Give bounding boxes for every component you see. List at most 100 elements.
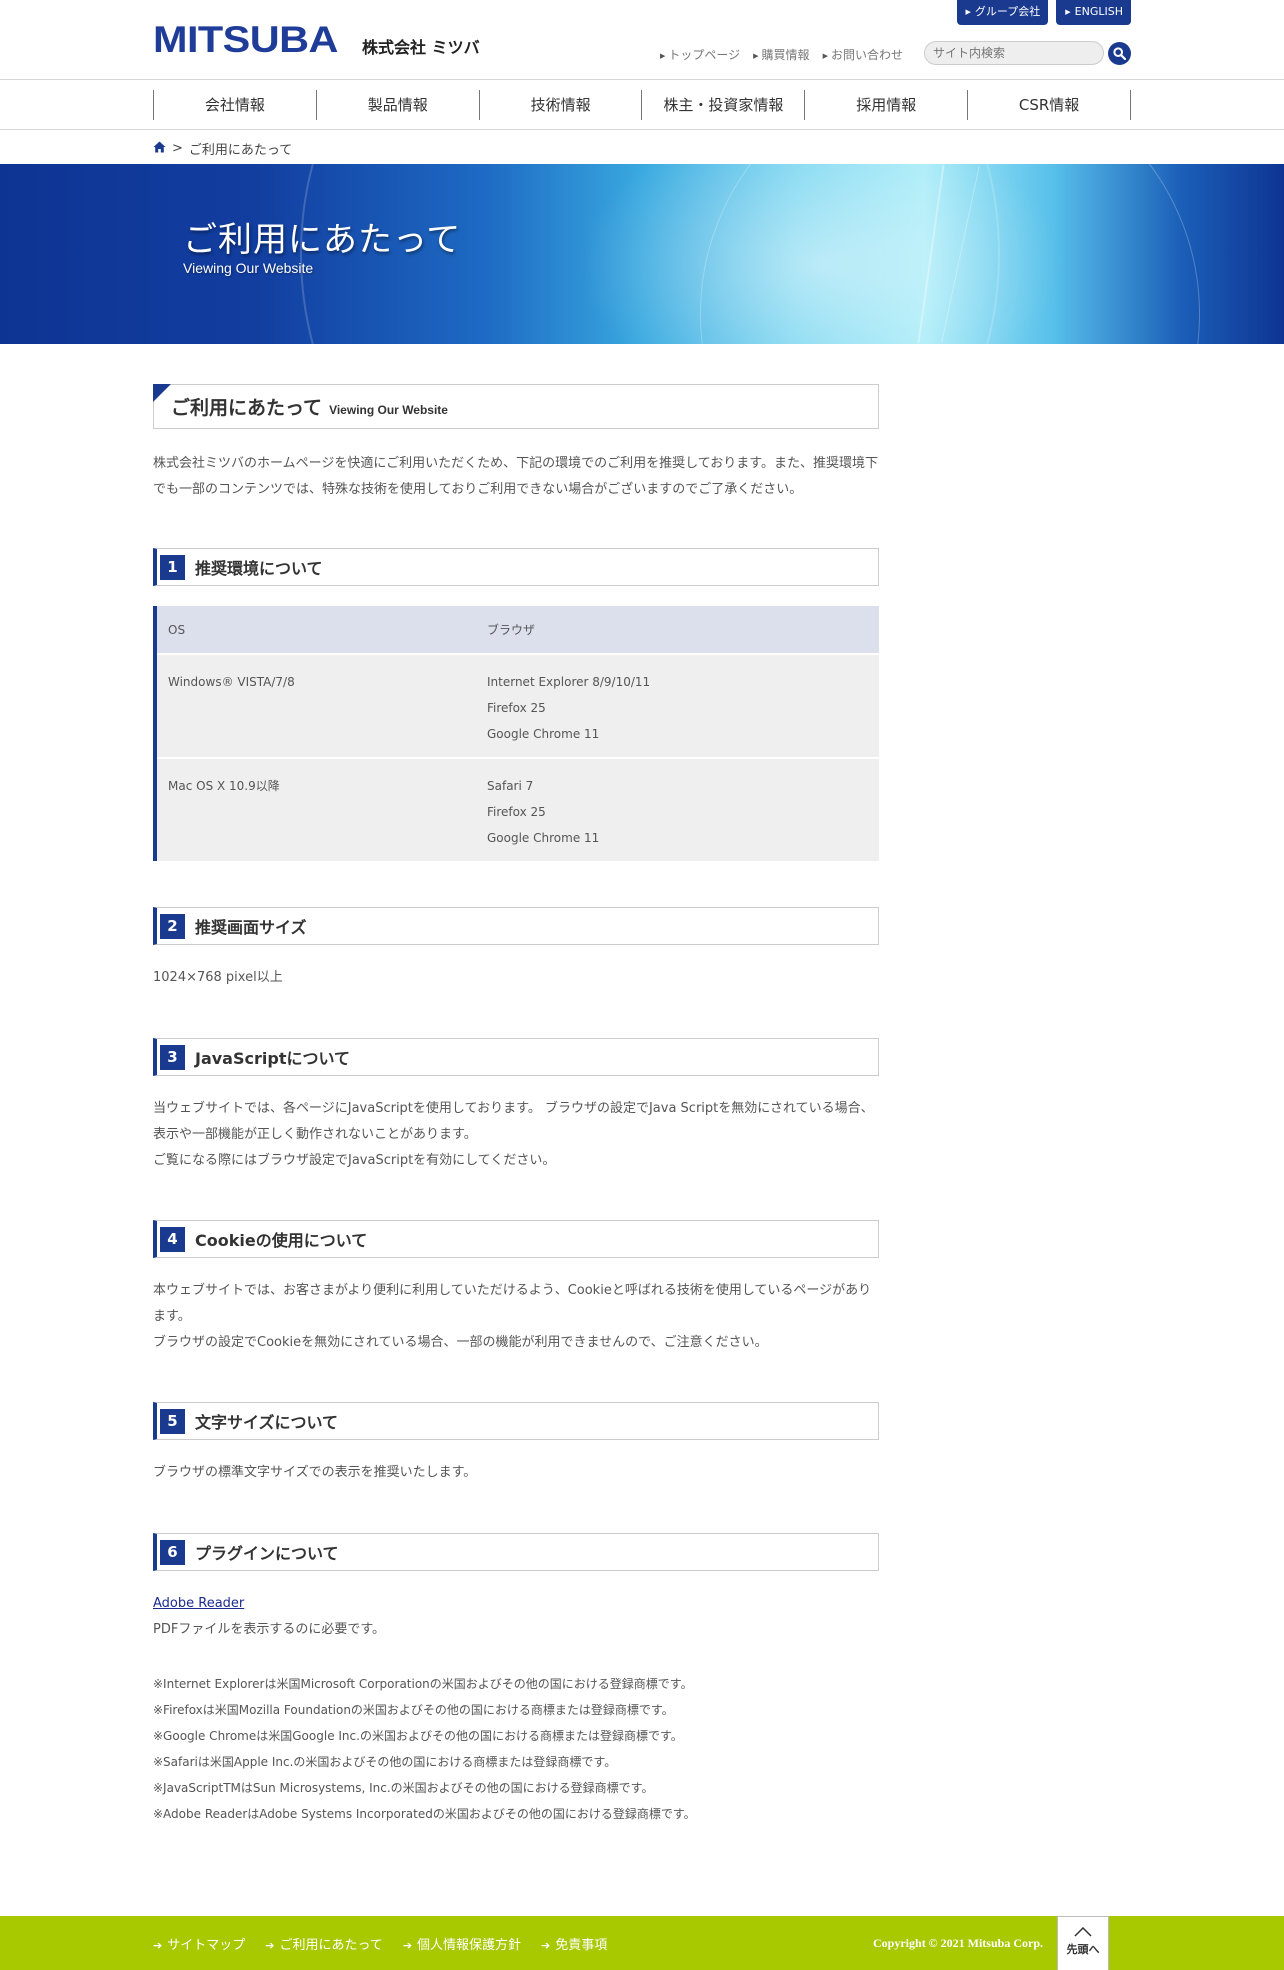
breadcrumb-current: ご利用にあたって: [188, 143, 293, 158]
section-heading-environment: 1 推奨環境について: [153, 548, 879, 586]
paragraph: 本ウェブサイトでは、お客さまがより便利に利用していただけるよう、Cookieと呼…: [153, 1283, 872, 1324]
arrow-right-icon: ➔: [265, 1938, 275, 1952]
arrow-right-icon: ➔: [402, 1938, 413, 1952]
browser-item: Safari 7: [487, 779, 534, 793]
trademark-note: ※Internet Explorerは米国Microsoft Corporati…: [153, 1677, 693, 1691]
corner-mark: [153, 384, 171, 402]
paragraph: ブラウザの設定でCookieを無効にされている場合、一部の機能が利用できませんの…: [153, 1335, 768, 1350]
site-search-input[interactable]: [924, 41, 1104, 65]
global-nav: 会社情報 製品情報 技術情報 株主・投資家情報 採用情報 CSR情報: [0, 80, 1284, 130]
screen-size-text: 1024×768 pixel以上: [153, 970, 283, 985]
util-link-top[interactable]: ▶ トップページ: [660, 46, 740, 63]
search-icon: [1113, 47, 1126, 60]
logo-wordmark: MITSUBA: [153, 19, 338, 60]
logo-company-name: 株式会社 ミツバ: [362, 38, 480, 57]
footer-link-terms[interactable]: ➔ ご利用にあたって: [265, 1934, 383, 1953]
environment-table: OS ブラウザ Windows® VISTA/7/8 Internet Expl…: [153, 606, 879, 861]
browser-item: Internet Explorer 8/9/10/11: [487, 675, 651, 689]
browser-item: Firefox 25: [487, 701, 546, 715]
table-cell-browsers: Safari 7 Firefox 25 Google Chrome 11: [487, 773, 879, 851]
home-icon: [153, 141, 166, 152]
section-heading-cookie: 4 Cookieの使用について: [153, 1220, 879, 1258]
page-heading: ご利用にあたって Viewing Our Website: [153, 384, 879, 429]
section-title: 文字サイズについて: [195, 1413, 339, 1432]
hero-title: ご利用にあたって: [183, 220, 462, 260]
footer-link-disclaimer[interactable]: ➔ 免責事項: [541, 1934, 607, 1953]
table-header-browser: ブラウザ: [487, 622, 536, 637]
intro-text: 株式会社ミツバのホームページを快適にご利用いただくため、下記の環境でのご利用を推…: [153, 456, 879, 497]
font-size-text: ブラウザの標準文字サイズでの表示を推奨いたします。: [153, 1465, 477, 1480]
site-header: MITSUBA 株式会社 ミツバ ▶ グループ会社 ▶ ENGLISH ▶ トップペー…: [0, 0, 1284, 80]
triangle-right-icon: ▶: [965, 8, 971, 16]
triangle-right-icon: ▶: [822, 52, 828, 60]
nav-item-technology[interactable]: 技術情報: [480, 90, 643, 120]
section-number: 3: [160, 1044, 185, 1070]
util-link-contact[interactable]: ▶ お問い合わせ: [823, 46, 903, 63]
arrow-right-icon: ➔: [541, 1938, 551, 1952]
util-link-purchasing[interactable]: ▶ 購買情報: [753, 46, 809, 63]
hero-banner: ご利用にあたって Viewing Our Website: [0, 164, 1284, 344]
table-cell-browsers: Internet Explorer 8/9/10/11 Firefox 25 G…: [487, 669, 879, 747]
table-cell-os: Mac OS X 10.9以降: [168, 779, 280, 793]
section-heading-javascript: 3 JavaScriptについて: [153, 1038, 879, 1076]
footer-link-privacy[interactable]: ➔ 個人情報保護方針: [403, 1934, 521, 1953]
copyright: Copyright © 2021 Mitsuba Corp.: [873, 1936, 1043, 1950]
breadcrumb: > ご利用にあたって: [153, 139, 292, 158]
cookie-text: 本ウェブサイトでは、お客さまがより便利に利用していただけるよう、Cookieと呼…: [153, 1278, 879, 1356]
triangle-right-icon: ▶: [753, 52, 759, 60]
trademark-note: ※Google Chromeは米国Google Inc.の米国およびその他の国に…: [153, 1729, 683, 1743]
nav-item-csr[interactable]: CSR情報: [968, 90, 1131, 120]
browser-item: Firefox 25: [487, 805, 546, 819]
page-title: ご利用にあたって: [171, 397, 323, 419]
english-button[interactable]: ▶ ENGLISH: [1056, 0, 1131, 25]
javascript-text: 当ウェブサイトでは、各ページにJavaScriptを使用しております。 ブラウザ…: [153, 1096, 879, 1174]
utility-links: ▶ トップページ ▶ 購買情報 ▶ お問い合わせ: [660, 46, 903, 63]
triangle-right-icon: ▶: [660, 52, 666, 60]
section-number: 5: [160, 1408, 185, 1434]
breadcrumb-separator: >: [172, 141, 183, 156]
breadcrumb-home[interactable]: [153, 141, 166, 157]
trademark-note: ※Safariは米国Apple Inc.の米国およびその他の国における商標または…: [153, 1755, 617, 1769]
section-title: 推奨環境について: [195, 559, 323, 578]
table-cell-os: Windows® VISTA/7/8: [168, 675, 295, 689]
footer-link-sitemap[interactable]: ➔ サイトマップ: [153, 1934, 245, 1953]
main-content: ご利用にあたって Viewing Our Website 株式会社ミツバのホーム…: [153, 384, 879, 1827]
section-number: 6: [160, 1539, 185, 1565]
paragraph: ご覧になる際にはブラウザ設定でJavaScriptを有効にしてください。: [153, 1153, 556, 1168]
chevron-up-icon: [1074, 1926, 1092, 1937]
site-logo[interactable]: MITSUBA 株式会社 ミツバ: [153, 19, 480, 60]
section-number: 4: [160, 1226, 185, 1252]
trademark-note: ※JavaScriptTMはSun Microsystems, Inc.の米国お…: [153, 1781, 654, 1795]
section-number: 2: [160, 913, 185, 939]
browser-item: Google Chrome 11: [487, 727, 600, 741]
trademark-notes: ※Internet Explorerは米国Microsoft Corporati…: [153, 1671, 879, 1827]
section-title: JavaScriptについて: [195, 1049, 350, 1068]
trademark-note: ※Adobe ReaderはAdobe Systems Incorporated…: [153, 1807, 696, 1821]
table-header-row: OS ブラウザ: [157, 606, 879, 653]
adobe-reader-link[interactable]: Adobe Reader: [153, 1596, 244, 1611]
nav-item-company[interactable]: 会社情報: [154, 90, 317, 120]
section-heading-screen-size: 2 推奨画面サイズ: [153, 907, 879, 945]
nav-item-recruit[interactable]: 採用情報: [805, 90, 969, 120]
arrow-right-icon: ➔: [153, 1938, 163, 1952]
section-heading-plugin: 6 プラグインについて: [153, 1533, 879, 1571]
section-title: プラグインについて: [195, 1544, 339, 1563]
paragraph: 当ウェブサイトでは、各ページにJavaScriptを使用しております。 ブラウザ…: [153, 1101, 874, 1142]
section-title: 推奨画面サイズ: [195, 918, 307, 937]
trademark-note: ※Firefoxは米国Mozilla Foundationの米国およびその他の国…: [153, 1703, 674, 1717]
section-number: 1: [160, 554, 185, 580]
nav-item-products[interactable]: 製品情報: [317, 90, 480, 120]
footer-links: ➔ サイトマップ ➔ ご利用にあたって ➔ 個人情報保護方針 ➔ 免責事項: [153, 1916, 607, 1970]
table-header-os: OS: [168, 622, 186, 637]
paragraph: PDFファイルを表示するのに必要です。: [153, 1622, 386, 1637]
page-top-button[interactable]: 先頭へ: [1057, 1916, 1109, 1970]
hero-decoration: [560, 164, 1080, 344]
nav-item-investors[interactable]: 株主・投資家情報: [642, 90, 806, 120]
section-title: Cookieの使用について: [195, 1231, 368, 1250]
group-companies-button[interactable]: ▶ グループ会社: [956, 0, 1049, 25]
table-row: Windows® VISTA/7/8 Internet Explorer 8/9…: [157, 653, 879, 757]
section-heading-font-size: 5 文字サイズについて: [153, 1402, 879, 1440]
search-button[interactable]: [1108, 42, 1131, 65]
table-row: Mac OS X 10.9以降 Safari 7 Firefox 25 Goog…: [157, 757, 879, 861]
browser-item: Google Chrome 11: [487, 831, 600, 845]
